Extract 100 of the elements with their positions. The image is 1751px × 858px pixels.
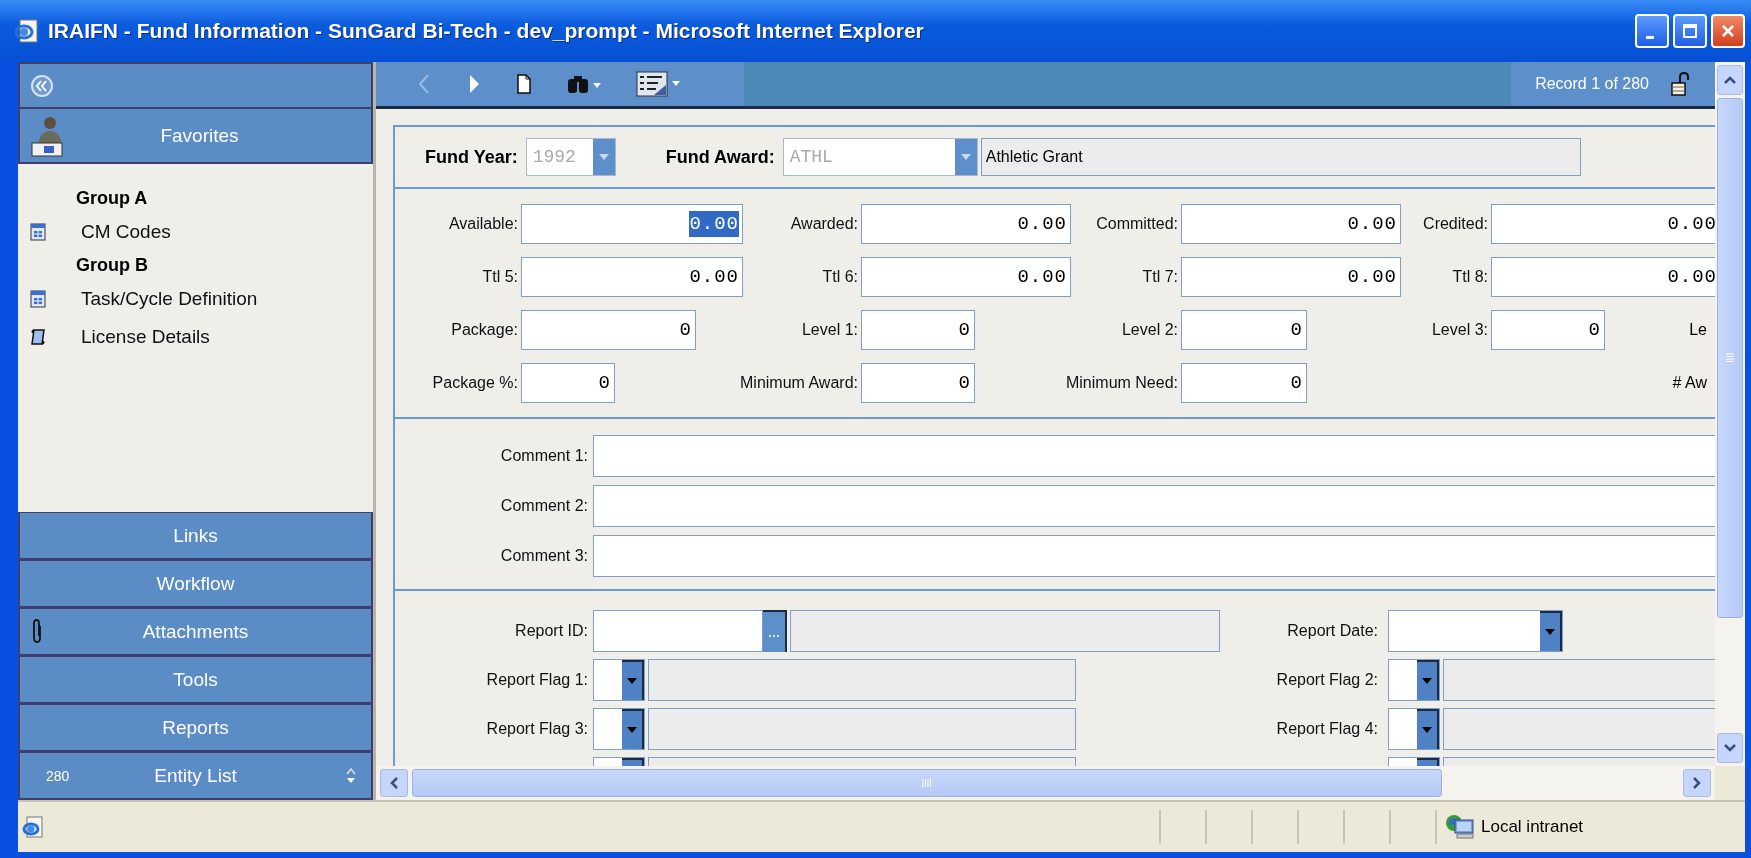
- field-label: Comment 3:: [499, 547, 588, 565]
- field-label: Ttl 8:: [1452, 268, 1488, 286]
- flag-dropdown[interactable]: [1388, 708, 1440, 750]
- grip-icon: [1725, 353, 1735, 363]
- chevron-up-icon: [1723, 75, 1737, 85]
- scroll-thumb[interactable]: [412, 769, 1442, 797]
- field-label: Report ID:: [514, 622, 588, 640]
- scroll-icon: [30, 328, 46, 346]
- field-label: Ttl 6:: [822, 268, 858, 286]
- number-field[interactable]: 0.00: [521, 204, 743, 244]
- field-label: Fund Year:: [425, 146, 518, 168]
- scroll-left-button[interactable]: [380, 769, 408, 797]
- field-label: Level 2:: [1121, 321, 1178, 339]
- window-title: IRAIFN - Fund Information - SunGard Bi-Tech - dev_prompt - Microsoft Internet Explorer: [48, 19, 925, 43]
- lookup-button[interactable]: [763, 610, 787, 652]
- new-document-icon[interactable]: [516, 74, 532, 94]
- scroll-right-button[interactable]: [1683, 769, 1711, 797]
- number-field[interactable]: 0.00: [1181, 257, 1401, 297]
- comment-field[interactable]: [593, 535, 1715, 577]
- flag-dropdown[interactable]: [593, 708, 645, 750]
- field-label: Credited:: [1423, 215, 1488, 233]
- field-label: Minimum Award:: [740, 374, 858, 392]
- field-label: Committed:: [1096, 215, 1178, 233]
- number-field[interactable]: 0: [1491, 310, 1605, 350]
- date-dropdown[interactable]: [1388, 610, 1563, 652]
- group-heading: Group B: [76, 254, 148, 277]
- page-icon: [22, 815, 44, 839]
- description-field: Athletic Grant: [980, 138, 1581, 176]
- browser-icon: [14, 18, 40, 44]
- number-field[interactable]: 0.00: [1181, 204, 1401, 244]
- caret-icon: [1545, 629, 1555, 635]
- network-computer-icon: [1445, 814, 1475, 840]
- chevron-right-icon: [1692, 776, 1702, 790]
- form-icon: [30, 223, 46, 241]
- record-indicator: Record 1 of 280: [1535, 75, 1649, 93]
- caret-icon: [627, 678, 637, 684]
- report-id-field[interactable]: [593, 610, 763, 652]
- field-label: Available:: [448, 215, 518, 233]
- maximize-icon: [1682, 23, 1698, 39]
- favorites-label: Favorites: [159, 124, 240, 147]
- caret-icon: [598, 154, 609, 160]
- ellipsis-icon: [768, 634, 780, 638]
- flag-dropdown[interactable]: [1388, 659, 1440, 701]
- padlock-icon[interactable]: [1671, 72, 1689, 96]
- field-label: Report Date:: [1286, 622, 1378, 640]
- number-field[interactable]: 0: [521, 363, 615, 403]
- field-label: Report Flag 1:: [485, 671, 588, 689]
- field-label: # Aw: [1672, 374, 1707, 392]
- collapse-icon[interactable]: [30, 73, 54, 98]
- close-icon: [1720, 23, 1736, 39]
- comment-field[interactable]: [593, 435, 1715, 477]
- number-field[interactable]: 0: [521, 310, 696, 350]
- field-label: Awarded:: [790, 215, 858, 233]
- favorite-link[interactable]: License Details: [81, 326, 210, 348]
- scroll-thumb[interactable]: [1717, 98, 1743, 618]
- maximize-button[interactable]: [1673, 14, 1707, 48]
- number-field[interactable]: 0.00: [1491, 204, 1715, 244]
- field-label: Fund Award:: [665, 146, 775, 168]
- number-field[interactable]: 0.00: [521, 257, 743, 297]
- scroll-up-button[interactable]: [1717, 65, 1743, 95]
- number-field[interactable]: 0: [861, 363, 975, 403]
- field-label: Package %:: [432, 374, 518, 392]
- field-label: Package:: [451, 321, 518, 339]
- record-count: 280: [46, 768, 70, 784]
- number-field[interactable]: 0.00: [861, 257, 1071, 297]
- minimize-icon: [1646, 35, 1654, 39]
- caret-icon: [1422, 678, 1432, 684]
- form-icon: [30, 290, 46, 308]
- field-label: Level 1:: [801, 321, 858, 339]
- field-label: Comment 2:: [499, 497, 588, 515]
- chevron-left-icon: [389, 776, 399, 790]
- caret-icon: [960, 154, 971, 160]
- field-label: Level 3:: [1431, 321, 1488, 339]
- close-button[interactable]: [1711, 14, 1745, 48]
- caret-icon: [1422, 727, 1432, 733]
- field-label: Minimum Need:: [1065, 374, 1178, 392]
- scroll-down-button[interactable]: [1717, 733, 1743, 763]
- binoculars-icon[interactable]: [566, 73, 602, 95]
- chevron-down-icon: [1723, 743, 1737, 753]
- flag-dropdown[interactable]: [593, 659, 645, 701]
- favorite-link[interactable]: CM Codes: [81, 221, 171, 243]
- number-field[interactable]: 0.00: [861, 204, 1071, 244]
- number-field[interactable]: 0: [1181, 363, 1307, 403]
- field-label: Report Flag 4:: [1275, 720, 1378, 738]
- grip-icon: [922, 778, 932, 788]
- horizontal-scrollbar[interactable]: [376, 766, 1715, 800]
- minimize-button[interactable]: [1635, 14, 1669, 48]
- vertical-scrollbar[interactable]: [1715, 62, 1745, 766]
- caret-icon: [627, 727, 637, 733]
- security-zone: Local intranet: [1481, 817, 1584, 837]
- field-label: Report Flag 2:: [1275, 671, 1378, 689]
- comment-field[interactable]: [593, 485, 1715, 527]
- field-label: Comment 1:: [499, 447, 588, 465]
- number-field[interactable]: 0: [861, 310, 975, 350]
- group-heading: Group A: [76, 187, 148, 210]
- number-field[interactable]: 0: [1181, 310, 1307, 350]
- field-label: Ttl 7:: [1142, 268, 1178, 286]
- favorite-link[interactable]: Task/Cycle Definition: [81, 288, 258, 310]
- form-list-icon[interactable]: [636, 71, 682, 97]
- number-field[interactable]: 0.00: [1491, 257, 1715, 297]
